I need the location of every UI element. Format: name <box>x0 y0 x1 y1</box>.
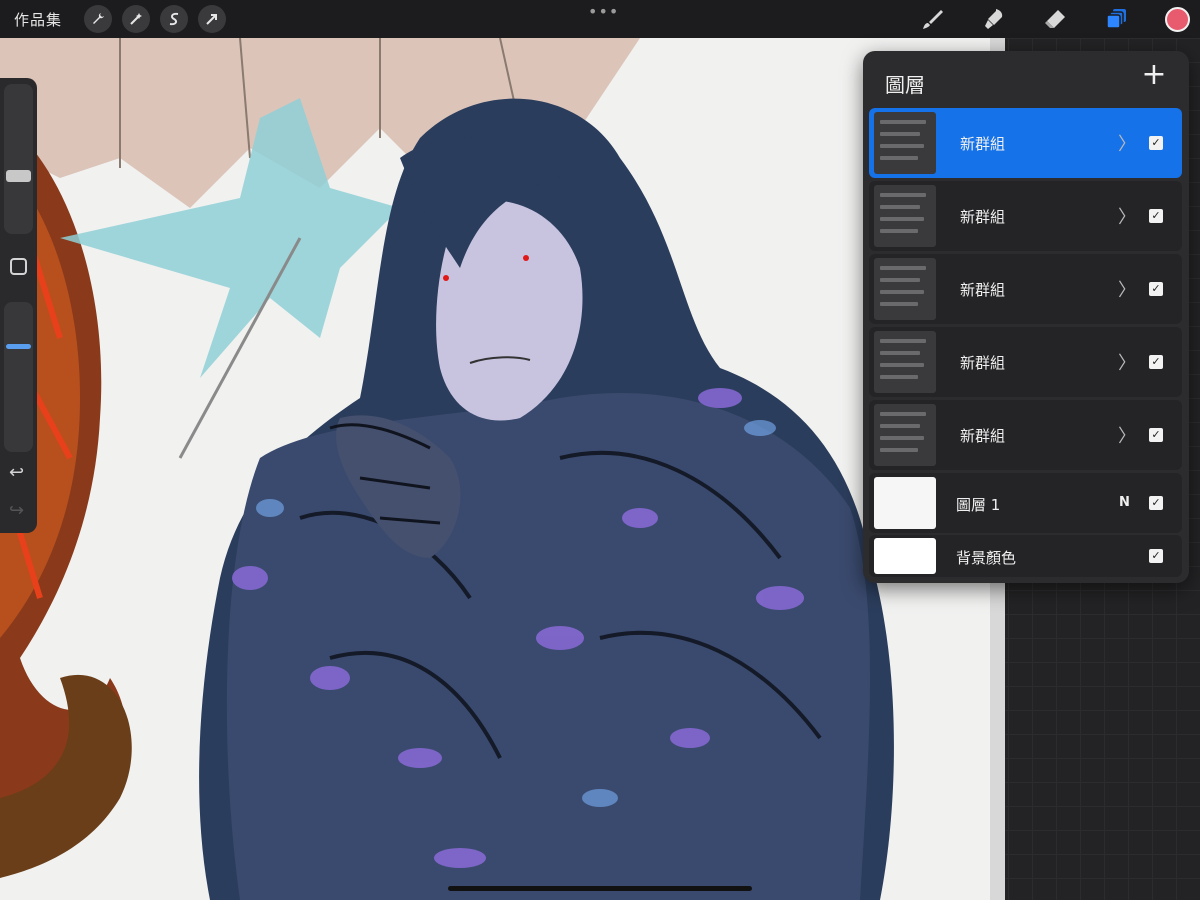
artwork-canvas[interactable] <box>0 38 1005 900</box>
chevron-right-icon[interactable]: 〉 <box>1118 130 1136 156</box>
top-toolbar: 作品集 ••• <box>0 0 1200 38</box>
layer-name: 新群組 <box>960 208 1006 226</box>
layer-group-row[interactable]: 新群組 〉 ✓ <box>869 400 1182 470</box>
brush-tool-button[interactable] <box>920 6 946 32</box>
layer-name: 新群組 <box>960 354 1006 372</box>
layer-thumbnail <box>874 258 936 320</box>
transform-arrow-icon <box>206 14 218 25</box>
gallery-link[interactable]: 作品集 <box>14 9 62 30</box>
layer-thumbnail <box>874 404 936 466</box>
add-layer-icon[interactable]: + <box>1139 60 1169 91</box>
layer-thumbnail <box>874 477 936 529</box>
layers-icon <box>1106 9 1126 29</box>
visibility-checkbox[interactable]: ✓ <box>1149 428 1163 442</box>
eraser-icon <box>1045 10 1065 28</box>
layer-name: 背景顏色 <box>956 549 1017 567</box>
home-indicator <box>448 886 752 891</box>
layer-group-row[interactable]: 新群組 〉 ✓ <box>869 108 1182 178</box>
visibility-checkbox[interactable]: ✓ <box>1149 136 1163 150</box>
adjustments-button[interactable] <box>122 5 151 33</box>
color-picker-button[interactable] <box>1165 7 1190 32</box>
opacity-thumb[interactable] <box>6 344 31 349</box>
procreate-app: 作品集 ••• ↩ ↪ 圖層 + 新群組 〉 ✓ 新群組 〉 ✓ 新群組 〉 ✓… <box>0 0 1200 900</box>
brush-size-thumb[interactable] <box>6 170 31 182</box>
layer-name: 新群組 <box>960 281 1006 299</box>
chevron-right-icon[interactable]: 〉 <box>1118 203 1136 229</box>
smudge-icon <box>985 9 1003 29</box>
smudge-tool-button[interactable] <box>981 6 1007 32</box>
visibility-checkbox[interactable]: ✓ <box>1149 549 1163 563</box>
layer-group-row[interactable]: 新群組 〉 ✓ <box>869 181 1182 251</box>
brush-size-slider[interactable] <box>4 84 33 234</box>
layers-panel-title: 圖層 <box>885 73 925 97</box>
layer-row[interactable]: 圖層 1 N ✓ <box>869 473 1182 533</box>
visibility-checkbox[interactable]: ✓ <box>1149 282 1163 296</box>
artwork-illustration <box>0 38 1005 900</box>
layer-name: 圖層 1 <box>956 496 1001 514</box>
visibility-checkbox[interactable]: ✓ <box>1149 496 1163 510</box>
left-sidebar: ↩ ↪ <box>0 78 37 533</box>
layer-thumbnail <box>874 112 936 174</box>
chevron-right-icon[interactable]: 〉 <box>1118 422 1136 448</box>
modify-button[interactable] <box>10 258 27 275</box>
opacity-slider[interactable] <box>4 302 33 452</box>
layer-thumbnail <box>874 331 936 393</box>
brush-icon <box>923 10 943 29</box>
visibility-checkbox[interactable]: ✓ <box>1149 355 1163 369</box>
visibility-checkbox[interactable]: ✓ <box>1149 209 1163 223</box>
layer-thumbnail <box>874 185 936 247</box>
undo-icon[interactable]: ↩ <box>9 462 24 483</box>
selection-button[interactable] <box>160 5 189 33</box>
more-options-icon[interactable]: ••• <box>588 2 619 21</box>
actions-button[interactable] <box>84 5 113 33</box>
chevron-right-icon[interactable]: 〉 <box>1118 276 1136 302</box>
wrench-icon <box>93 13 105 24</box>
layer-group-row[interactable]: 新群組 〉 ✓ <box>869 254 1182 324</box>
transform-button[interactable] <box>198 5 227 33</box>
blend-mode-button[interactable]: N <box>1119 495 1130 510</box>
eraser-tool-button[interactable] <box>1042 6 1068 32</box>
magic-wand-icon <box>130 13 143 25</box>
chevron-right-icon[interactable]: 〉 <box>1118 349 1136 375</box>
layer-name: 新群組 <box>960 135 1006 153</box>
redo-icon[interactable]: ↪ <box>9 500 24 521</box>
background-color-row[interactable]: 背景顏色 ✓ <box>869 535 1182 577</box>
layer-name: 新群組 <box>960 427 1006 445</box>
layers-tool-button[interactable] <box>1104 6 1130 32</box>
selection-icon <box>169 12 179 26</box>
background-color-swatch[interactable] <box>874 538 936 574</box>
layer-group-row[interactable]: 新群組 〉 ✓ <box>869 327 1182 397</box>
layers-panel: 圖層 + 新群組 〉 ✓ 新群組 〉 ✓ 新群組 〉 ✓ 新群組 〉 ✓ 新群組… <box>863 51 1189 583</box>
